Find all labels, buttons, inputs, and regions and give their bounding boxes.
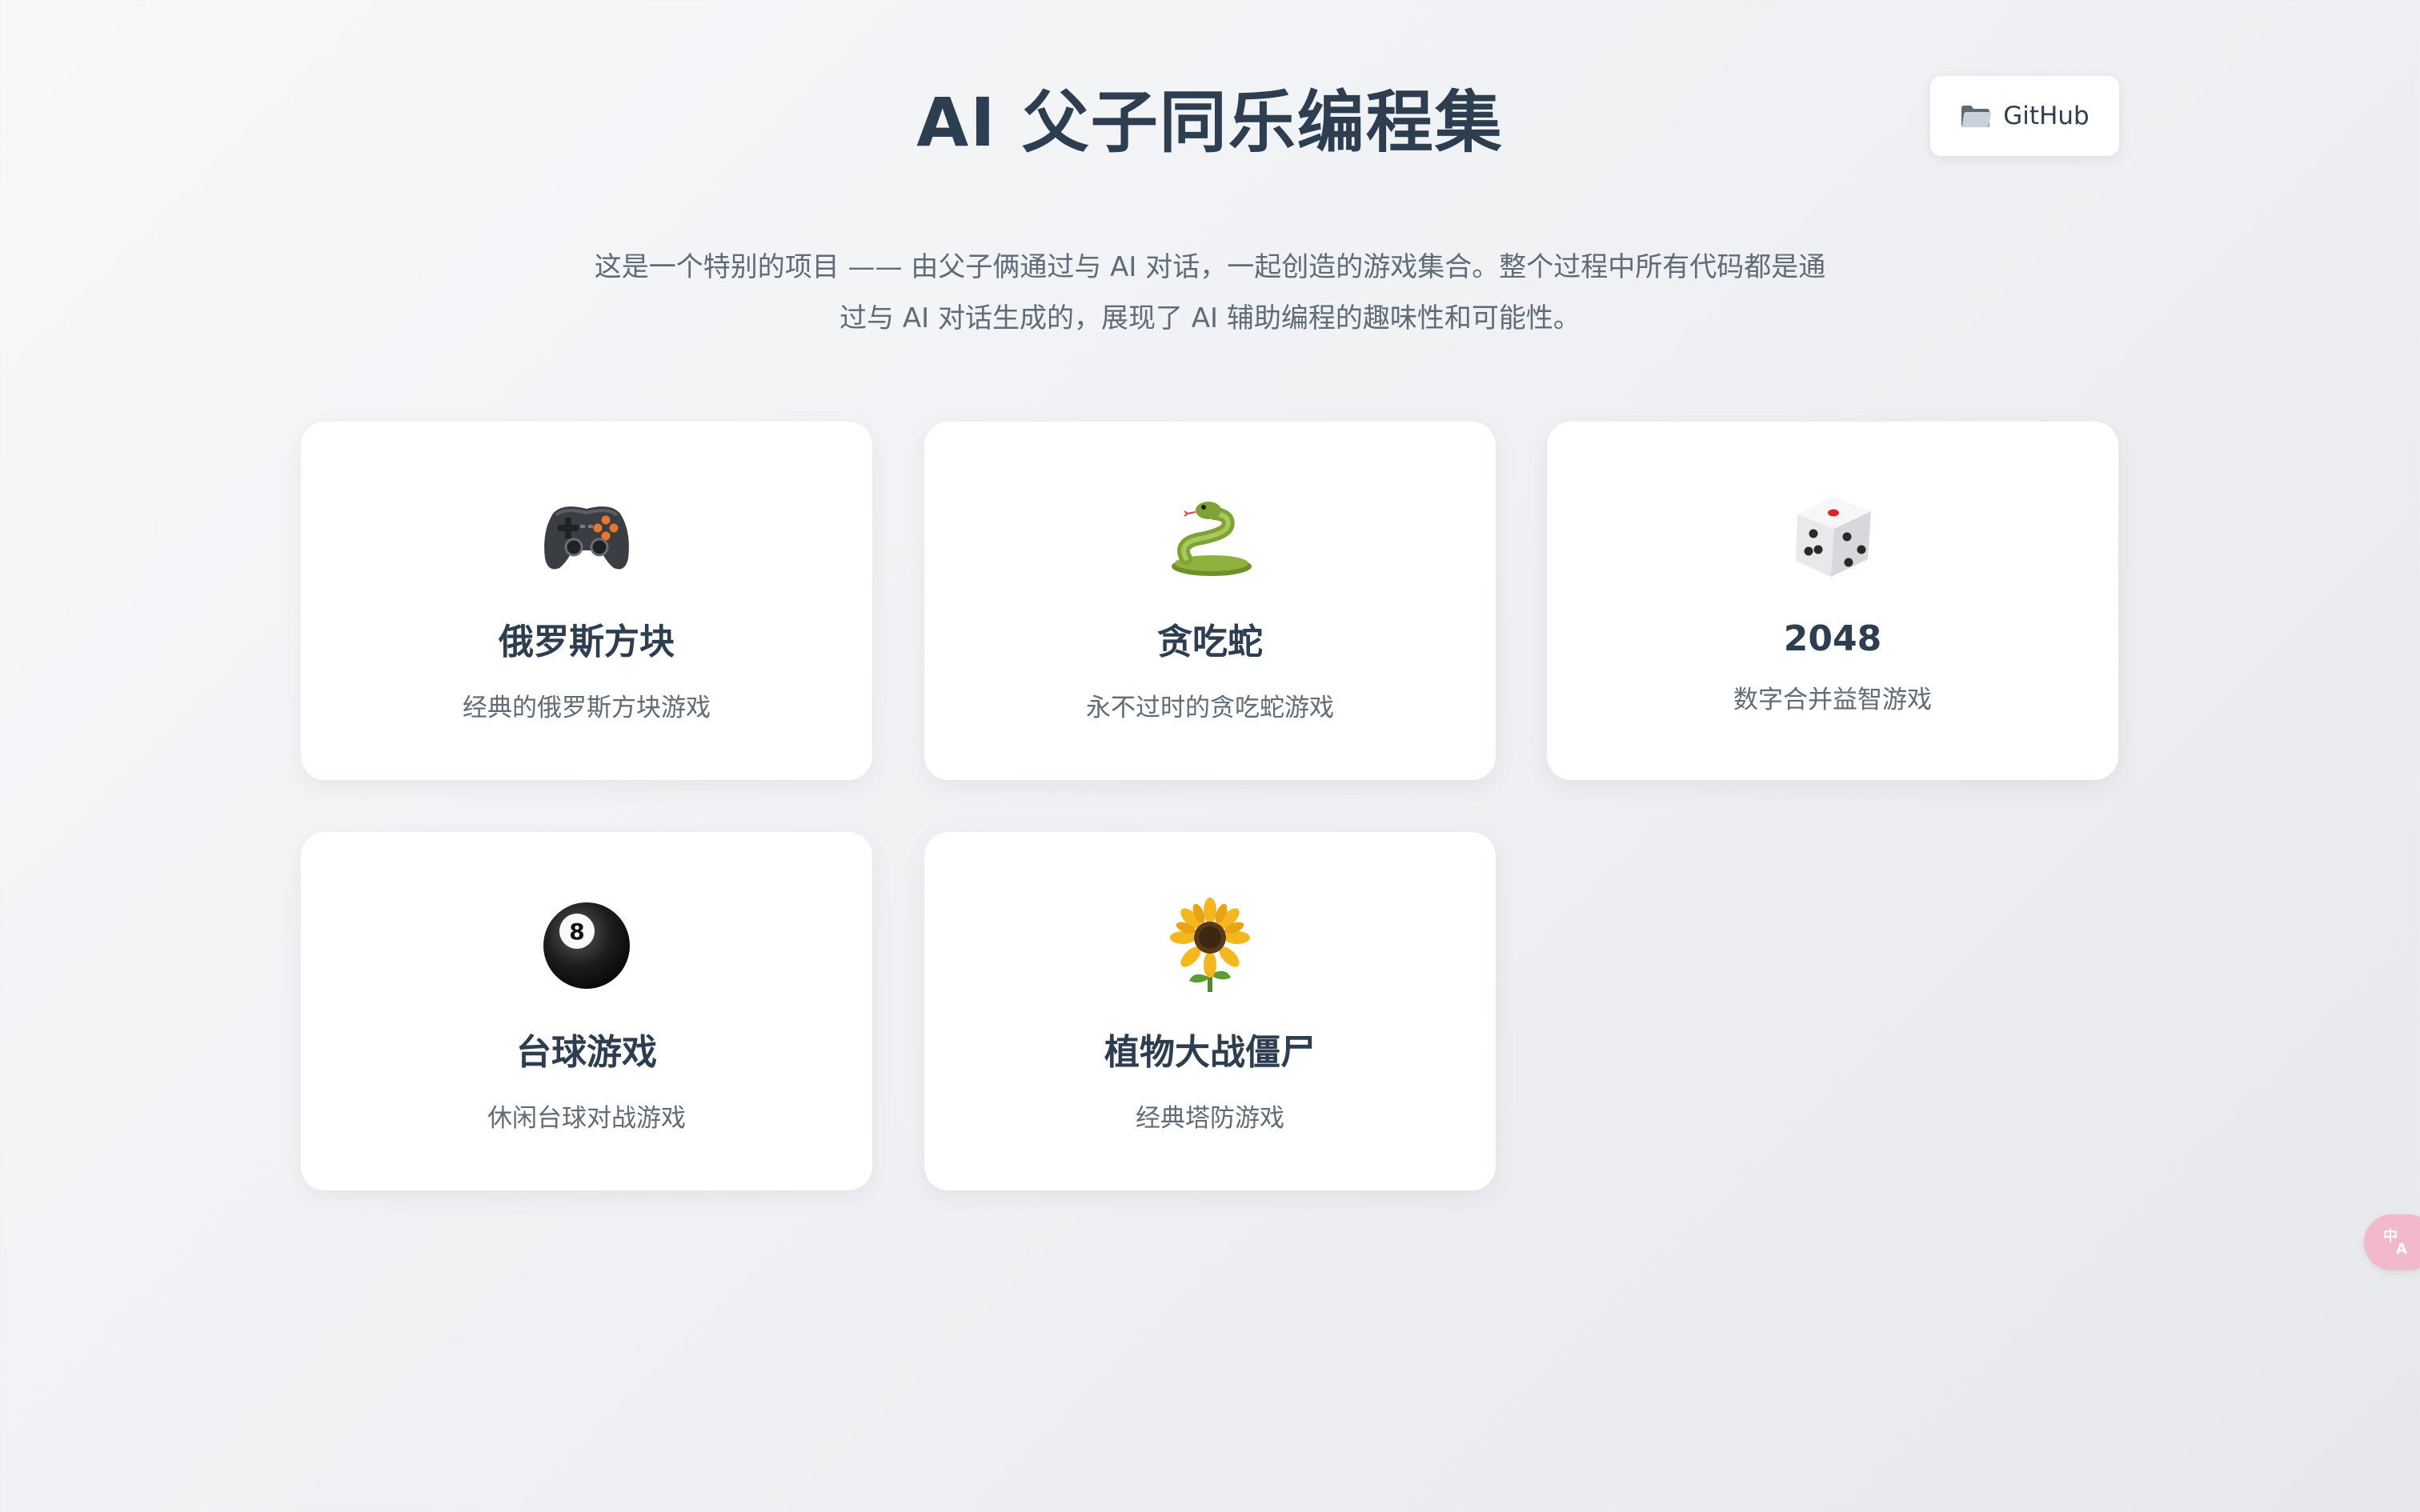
card-title: 2048: [1783, 618, 1882, 659]
card-description: 休闲台球对战游戏: [487, 1104, 686, 1133]
translate-icon: 中 A: [2382, 1225, 2414, 1260]
game-card-snake[interactable]: 贪吃蛇 永不过时的贪吃蛇游戏: [924, 422, 1496, 780]
card-description: 数字合并益智游戏: [1733, 686, 1932, 714]
card-title: 台球游戏: [516, 1032, 657, 1073]
intro-line-1: 这是一个特别的项目 —— 由父子俩通过与 AI 对话，一起创造的游戏集合。整个过…: [594, 251, 1826, 283]
game-card-plants-vs-zombies[interactable]: 植物大战僵尸 经典塔防游戏: [924, 832, 1496, 1190]
game-card-billiards[interactable]: 8 台球游戏 休闲台球对战游戏: [301, 832, 872, 1190]
svg-text:8: 8: [569, 918, 584, 945]
svg-text:A: A: [2396, 1241, 2407, 1257]
card-title: 贪吃蛇: [1157, 622, 1263, 662]
card-description: 经典的俄罗斯方块游戏: [463, 694, 711, 722]
gamepad-icon: [301, 487, 872, 583]
card-title: 植物大战僵尸: [1104, 1032, 1316, 1073]
game-card-2048[interactable]: 2048 数字合并益智游戏: [1547, 422, 2118, 780]
snake-icon: [924, 487, 1496, 583]
translate-button[interactable]: 中 A: [2364, 1214, 2420, 1270]
sunflower-icon: [924, 898, 1496, 994]
card-description: 经典塔防游戏: [1136, 1104, 1284, 1133]
intro-text: 这是一个特别的项目 —— 由父子俩通过与 AI 对话，一起创造的游戏集合。整个过…: [570, 242, 1850, 344]
folder-icon: [1960, 103, 1992, 129]
card-title: 俄罗斯方块: [499, 622, 675, 662]
game-card-tetris[interactable]: 俄罗斯方块 经典的俄罗斯方块游戏: [301, 422, 872, 780]
github-button[interactable]: GitHub: [1930, 76, 2119, 156]
github-label: GitHub: [2003, 102, 2089, 130]
dice-icon: [1547, 487, 2118, 583]
intro-line-2: 过与 AI 对话生成的，展现了 AI 辅助编程的趣味性和可能性。: [839, 302, 1581, 334]
billiard-ball-icon: 8: [301, 898, 872, 994]
card-description: 永不过时的贪吃蛇游戏: [1086, 694, 1334, 722]
